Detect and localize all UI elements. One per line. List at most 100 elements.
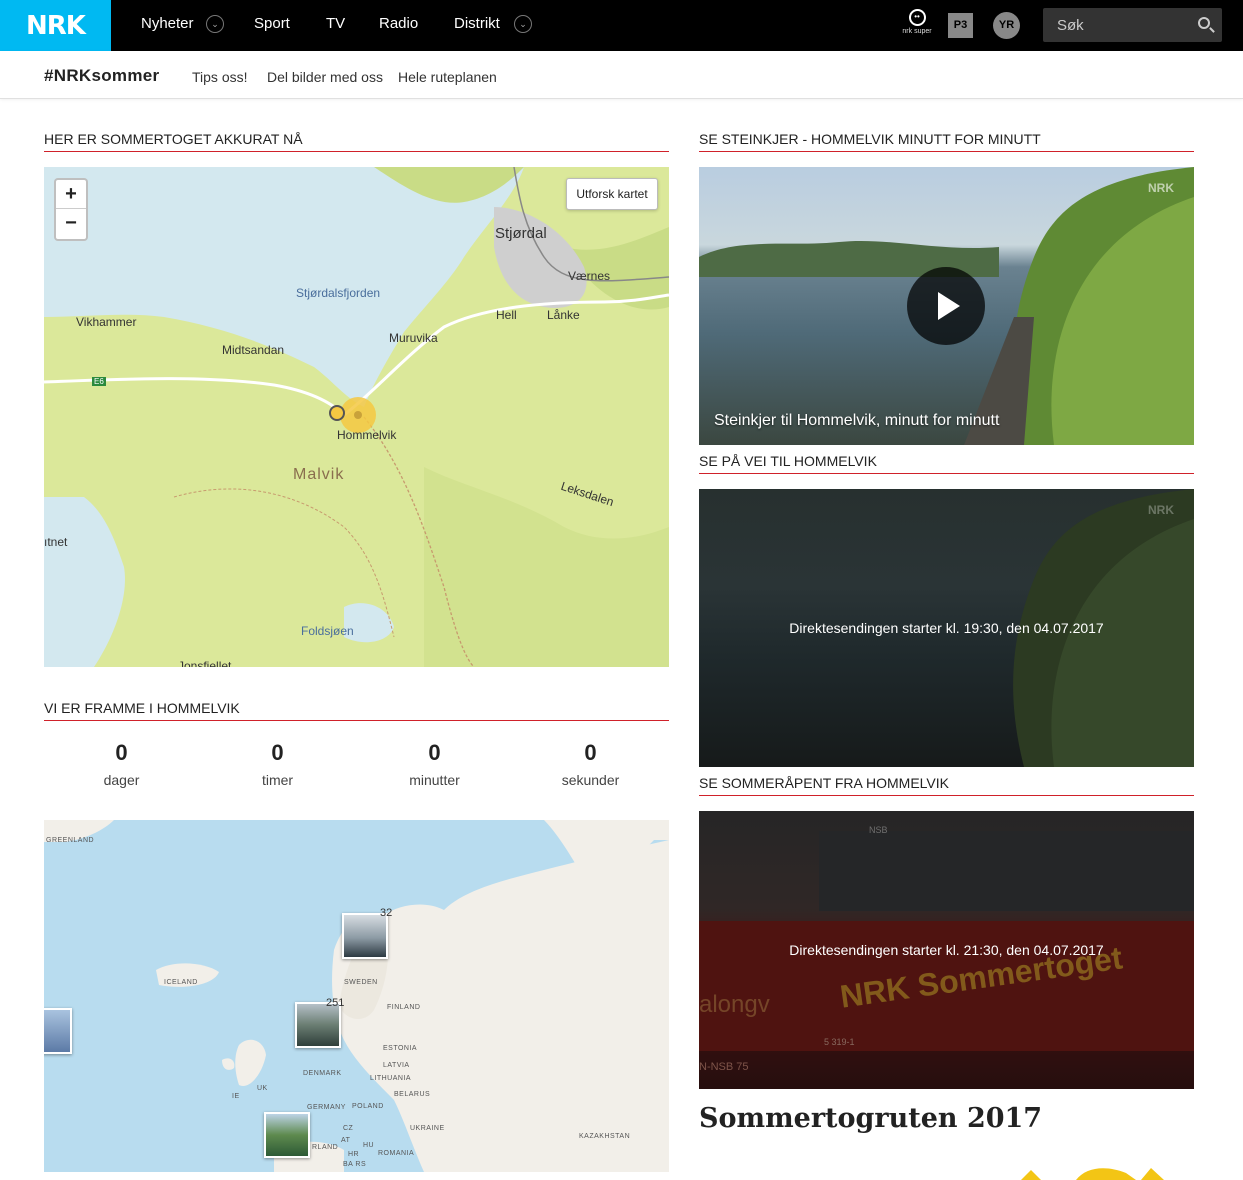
chevron-down-icon[interactable]: ⌄ (514, 15, 532, 33)
map-label: Midtsandan (222, 343, 285, 357)
photo-cluster-thumbnail[interactable] (44, 1008, 72, 1054)
route-heading: Sommertogruten 2017 (699, 1103, 1043, 1134)
photo-count: 251 (326, 997, 345, 1009)
nav-item-nyheter[interactable]: Nyheter (141, 0, 194, 51)
country-label: RLAND (312, 1144, 339, 1151)
country-label: ROMANIA (378, 1150, 415, 1157)
video-caption: Steinkjer til Hommelvik, minutt for minu… (714, 412, 1000, 429)
video-player-minutt-for-minutt[interactable]: NRK Steinkjer til Hommelvik, minutt for … (699, 167, 1194, 445)
country-label: LATVIA (383, 1062, 410, 1069)
map-graphic (44, 167, 669, 667)
country-label: LITHUANIA (370, 1075, 412, 1082)
countdown-value: 0 (428, 740, 441, 765)
train-location-map[interactable]: Stjørdal Værnes Stjørdalsfjorden Hell Lå… (44, 167, 669, 667)
country-label: ESTONIA (383, 1045, 418, 1052)
video-player-paa-vei[interactable]: NRK Direktesendingen starter kl. 19:30, … (699, 489, 1194, 767)
nrk-super-icon[interactable]: •• nrk super (899, 9, 935, 41)
map-label: Stjørdalsfjorden (296, 286, 381, 300)
nrk-watermark: NRK (1148, 503, 1174, 517)
countdown-unit: timer (261, 772, 294, 788)
video-player-sommeraapent[interactable]: NSB NRK Sommertoget alongv 5 319-1 N-NSB… (699, 811, 1194, 1089)
country-label: IE (232, 1093, 240, 1100)
decorative-yellow-graphic (1021, 1168, 1164, 1180)
play-icon[interactable] (907, 267, 985, 345)
e6-road-badge: E6 (92, 377, 106, 386)
sub-navigation: #NRKsommer Tips oss! Del bilder med oss … (0, 51, 1243, 99)
map-label: Hell (496, 308, 517, 322)
countdown-value: 0 (584, 740, 597, 765)
country-label: BELARUS (394, 1091, 431, 1098)
video-scenery (964, 167, 1194, 445)
map-label: Vikhammer (76, 315, 137, 329)
countdown-unit: minutter (409, 772, 460, 788)
countdown-minutes: 0 minutter (357, 740, 512, 788)
countdown-seconds: 0 sekunder (513, 740, 668, 788)
map-label: Malvik (293, 466, 345, 483)
video1-section-title: SE STEINKJER - HOMMELVIK MINUTT FOR MINU… (699, 130, 1194, 152)
countdown-value: 0 (271, 740, 284, 765)
map-section-title: HER ER SOMMERTOGET AKKURAT NÅ (44, 130, 669, 152)
country-label: KAZAKHSTAN (579, 1133, 631, 1140)
top-navigation: NRK Nyheter ⌄ Sport TV Radio Distrikt ⌄ … (0, 0, 1243, 51)
nav-item-sport[interactable]: Sport (254, 0, 290, 51)
map-zoom-control: + − (54, 178, 88, 241)
p3-icon[interactable]: P3 (948, 13, 973, 38)
video3-section-title: SE SOMMERÅPENT FRA HOMMELVIK (699, 774, 1194, 796)
map-label: Værnes (568, 269, 611, 283)
logo-text: NRK (26, 10, 86, 41)
country-label: GREENLAND (46, 837, 95, 844)
nav-item-distrikt[interactable]: Distrikt (454, 0, 500, 51)
nrk-watermark: NRK (1148, 181, 1174, 195)
countdown-value: 0 (115, 740, 128, 765)
map-label: Lånke (547, 308, 580, 322)
explore-map-button[interactable]: Utforsk kartet (566, 178, 658, 210)
tips-oss-link[interactable]: Tips oss! (192, 69, 248, 85)
ruteplanen-link[interactable]: Hele ruteplanen (398, 69, 497, 85)
nrksommer-brand[interactable]: #NRKsommer (44, 66, 159, 86)
map-label: Foldsjøen (301, 624, 354, 638)
zoom-in-button[interactable]: + (56, 180, 86, 209)
nrk-super-label: nrk super (902, 28, 932, 35)
yr-icon[interactable]: YR (993, 12, 1020, 39)
video2-section-title: SE PÅ VEI TIL HOMMELVIK (699, 452, 1194, 474)
nav-item-tv[interactable]: TV (326, 0, 345, 51)
del-bilder-link[interactable]: Del bilder med oss (267, 69, 383, 85)
live-start-notice: Direktesendingen starter kl. 19:30, den … (789, 620, 1104, 636)
country-label: UKRAINE (410, 1125, 445, 1132)
europe-map-graphic (44, 820, 669, 1172)
country-label: GERMANY (307, 1104, 346, 1111)
photo-map[interactable]: GREENLAND ICELAND SWEDEN FINLAND ESTONIA… (44, 820, 669, 1172)
countdown-hours: 0 timer (200, 740, 355, 788)
country-label: HR (348, 1151, 360, 1158)
photo-cluster-thumbnail[interactable] (264, 1112, 310, 1158)
country-label: ICELAND (164, 979, 198, 986)
map-label: Muruvika (389, 331, 438, 345)
country-label: DENMARK (303, 1070, 342, 1077)
map-label: Hommelvik (337, 428, 397, 442)
country-label: CZ (343, 1125, 354, 1132)
search-icon[interactable] (1198, 17, 1210, 29)
country-label: SWEDEN (344, 979, 378, 986)
photo-count: 32 (380, 907, 393, 919)
country-label: POLAND (352, 1103, 384, 1110)
nav-item-radio[interactable]: Radio (379, 0, 418, 51)
map-label: Stjørdal (495, 225, 547, 242)
country-label: FINLAND (387, 1004, 421, 1011)
countdown-unit: sekunder (561, 772, 620, 788)
country-label: HU (363, 1142, 375, 1149)
search-input[interactable] (1043, 8, 1188, 42)
chevron-down-icon[interactable]: ⌄ (206, 15, 224, 33)
countdown-section-title: VI ER FRAMME I HOMMELVIK (44, 699, 669, 721)
map-label: ıtnet (44, 535, 68, 549)
countdown-days: 0 dager (44, 740, 199, 788)
photo-cluster-thumbnail[interactable] (342, 913, 388, 959)
country-label: BA RS (343, 1161, 367, 1168)
map-label: Jonsfjellet (178, 659, 232, 667)
zoom-out-button[interactable]: − (56, 209, 86, 238)
country-label: UK (257, 1085, 268, 1092)
countdown-unit: dager (103, 772, 140, 788)
country-label: AT (341, 1137, 351, 1144)
nrk-logo[interactable]: NRK (0, 0, 111, 51)
search-box (1043, 8, 1222, 42)
live-start-notice: Direktesendingen starter kl. 21:30, den … (789, 942, 1104, 958)
